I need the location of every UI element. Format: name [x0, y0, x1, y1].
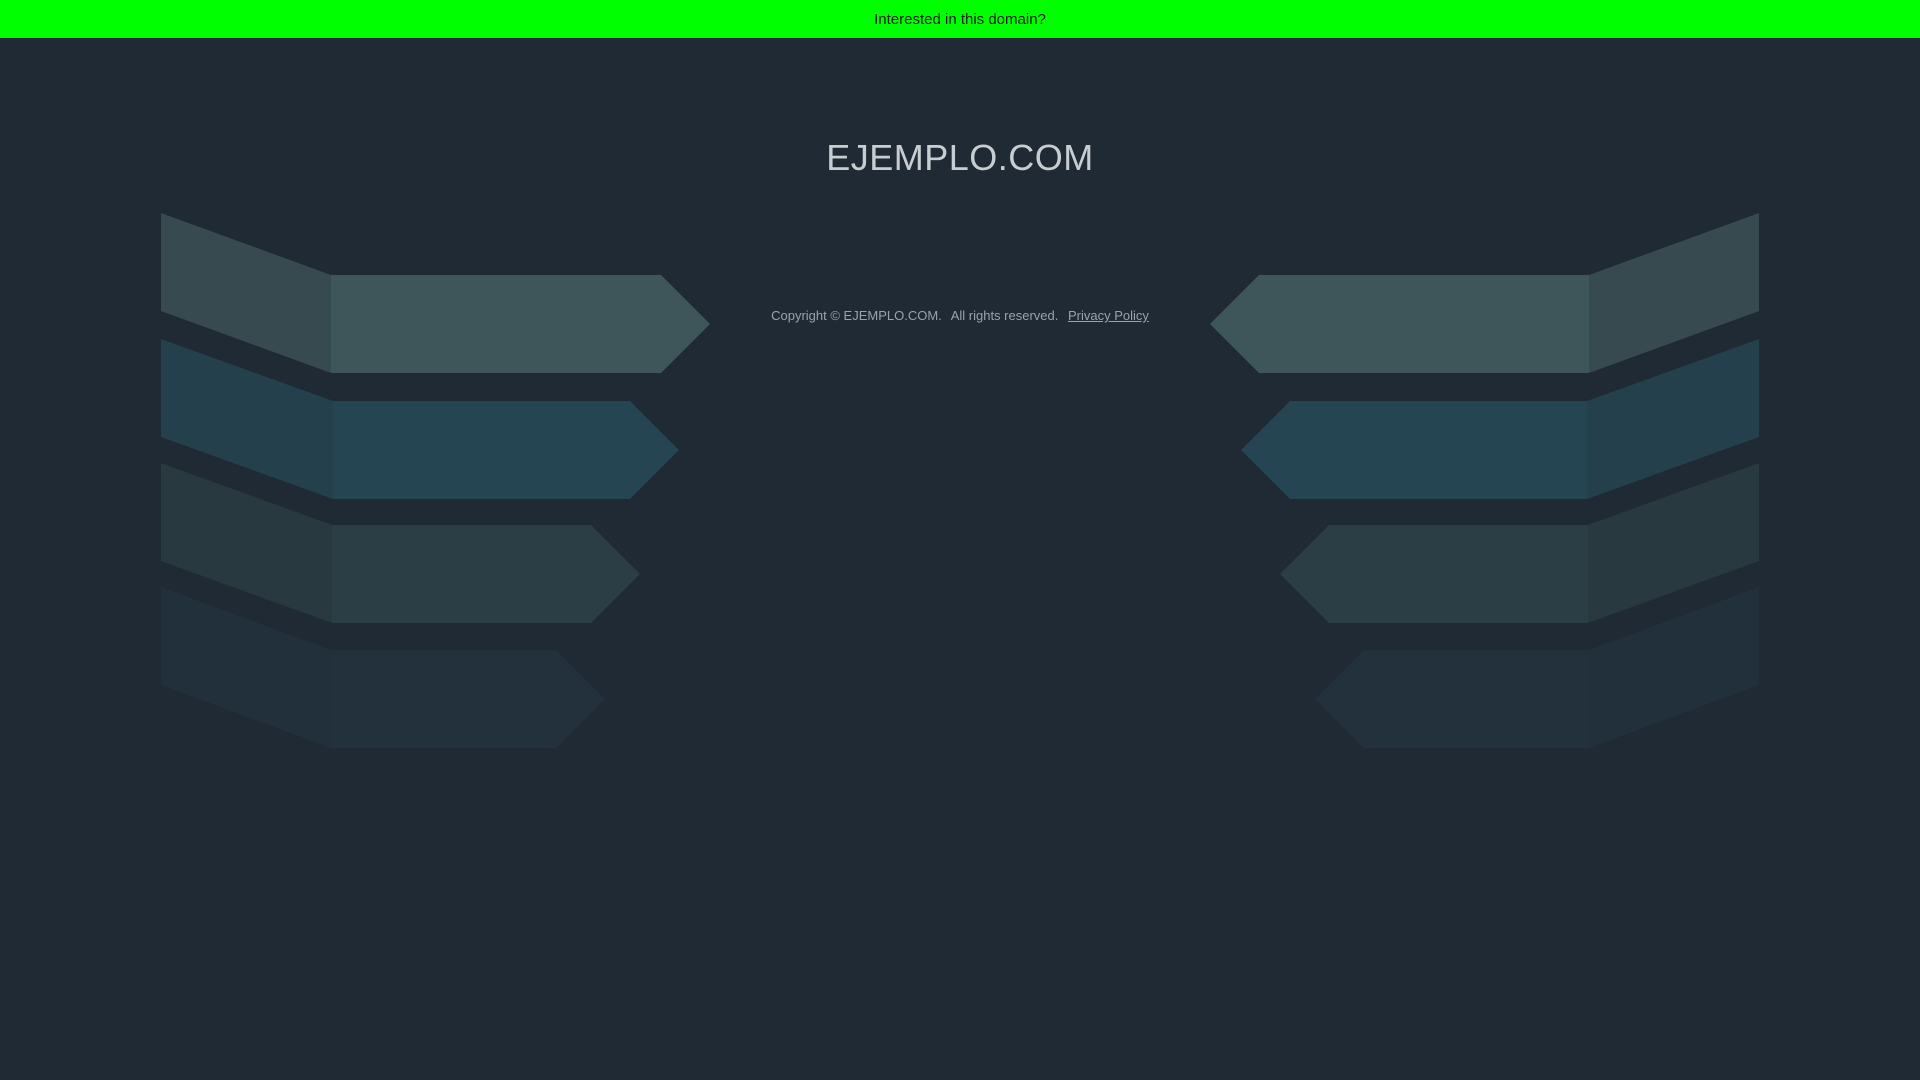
left-band-3-arrow: [332, 525, 640, 623]
copyright-domain: EJEMPLO.COM.: [843, 308, 942, 323]
left-band-1-arrow: [331, 275, 710, 373]
privacy-policy-link[interactable]: Privacy Policy: [1068, 308, 1149, 323]
right-band-3-arrow: [1280, 525, 1588, 623]
right-band-2-arrow: [1241, 401, 1587, 499]
right-band-4-arrow: [1315, 650, 1589, 748]
rights-text: All rights reserved.: [950, 308, 1059, 323]
left-band-4-arrow: [331, 650, 605, 748]
left-bands: [161, 213, 710, 748]
copyright-prefix: Copyright ©: [771, 308, 840, 323]
footer: Copyright © EJEMPLO.COM. All rights rese…: [0, 308, 1920, 323]
right-band-1-arrow: [1210, 275, 1589, 373]
left-band-2-arrow: [333, 401, 679, 499]
right-bands: [1210, 213, 1759, 748]
domain-title: EJEMPLO.COM: [826, 137, 1094, 178]
